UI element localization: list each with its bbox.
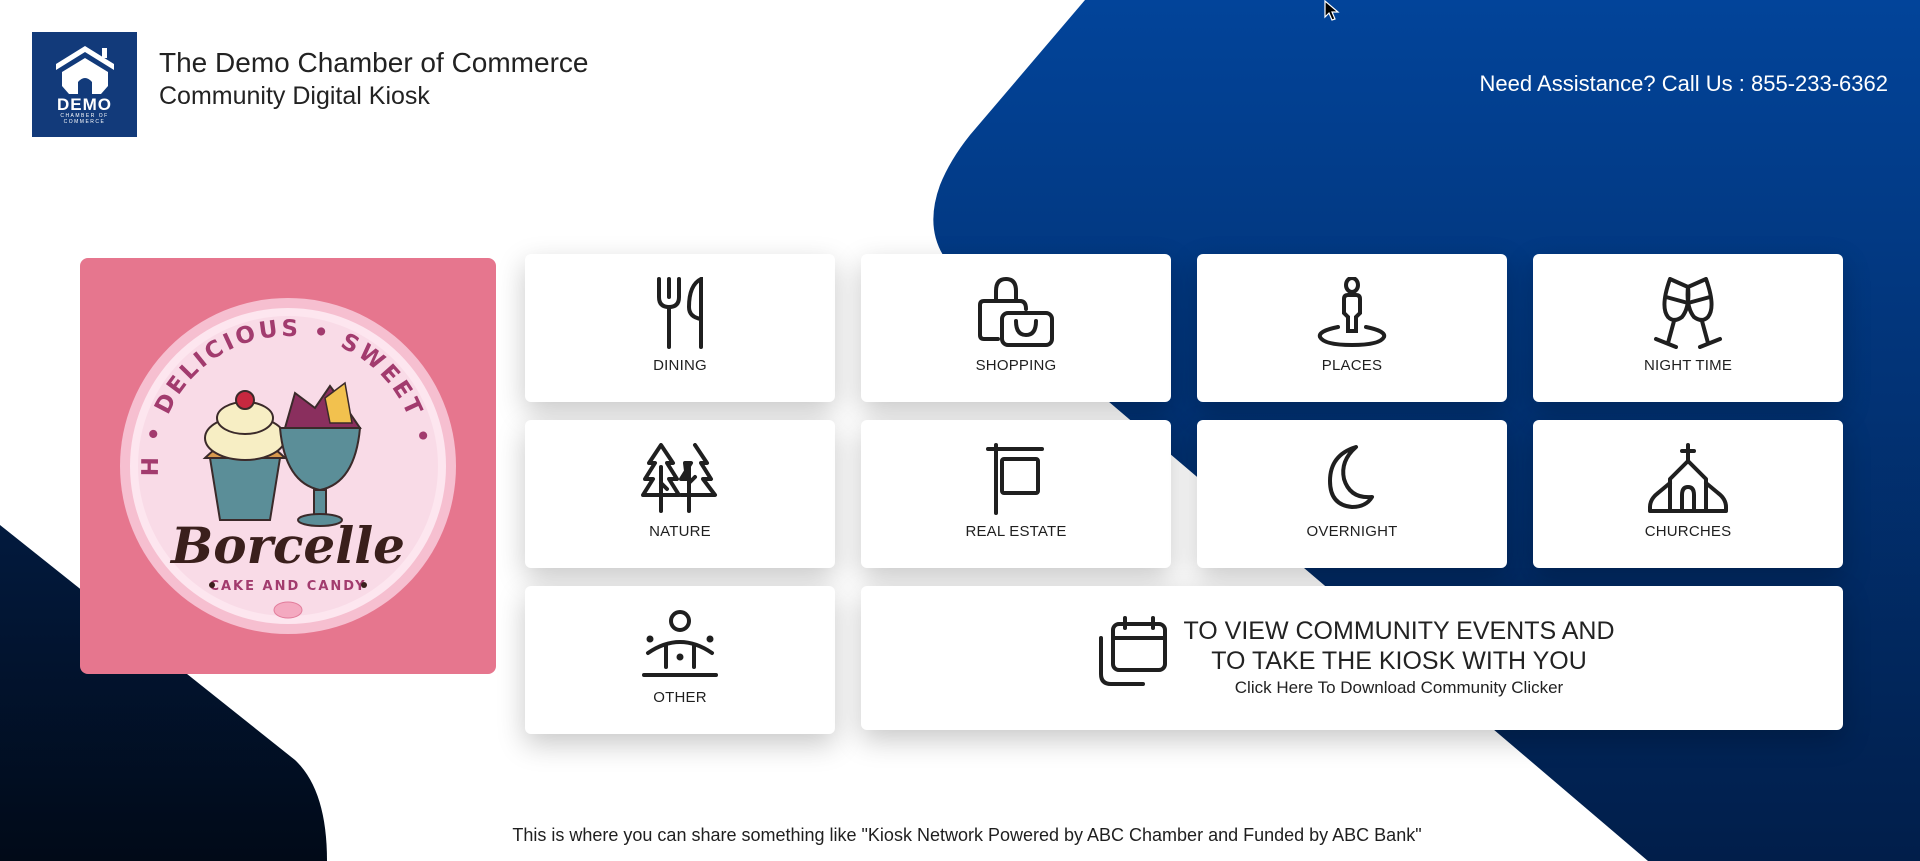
category-tile-nature[interactable]: NATURE: [525, 420, 835, 568]
crescent-moon-icon: [1328, 445, 1374, 509]
church-icon: [1648, 443, 1728, 513]
category-tile-churches[interactable]: CHURCHES: [1533, 420, 1843, 568]
pine-trees-icon: [641, 443, 717, 513]
category-tile-dining[interactable]: DINING: [525, 254, 835, 402]
person-location-icon: [1317, 277, 1387, 348]
category-label: CHURCHES: [1644, 523, 1732, 540]
page-title: The Demo Chamber of Commerce: [159, 47, 589, 78]
logo-word: DEMO: [57, 95, 112, 114]
community-events-banner[interactable]: TO VIEW COMMUNITY EVENTS AND TO TAKE THE…: [861, 586, 1843, 730]
footer-note: This is where you can share something li…: [512, 825, 1422, 845]
category-tile-shopping[interactable]: SHOPPING: [861, 254, 1171, 402]
events-line2: TO TAKE THE KIOSK WITH YOU: [1211, 647, 1587, 675]
category-label: NATURE: [649, 523, 711, 540]
calendar-icon: [1099, 616, 1167, 686]
category-label: PLACES: [1321, 357, 1383, 374]
logo-sub-line2: COMMERCE: [63, 119, 106, 125]
promo-tagline: CAKE AND CANDY: [209, 579, 366, 594]
category-label: OVERNIGHT: [1306, 523, 1398, 540]
header-title-block: The Demo Chamber of Commerce Community D…: [159, 46, 588, 112]
category-tile-other[interactable]: OTHER: [525, 586, 835, 734]
champagne-glasses-icon: [1654, 277, 1722, 349]
person-podium-icon: [642, 610, 718, 677]
events-download-link[interactable]: Click Here To Download Community Clicker: [1179, 677, 1619, 699]
borcelle-logo: FRESH • DELICIOUS • SWEET • TASTY Borcel…: [80, 258, 456, 634]
chamber-logo[interactable]: DEMO CHAMBER OF COMMERCE: [32, 32, 137, 137]
promo-ad-borcelle[interactable]: FRESH • DELICIOUS • SWEET • TASTY Borcel…: [80, 258, 496, 674]
events-line1: TO VIEW COMMUNITY EVENTS AND: [1183, 617, 1615, 645]
promo-brand: Borcelle: [169, 516, 405, 575]
assistance-phone[interactable]: Need Assistance? Call Us : 855-233-6362: [1480, 71, 1888, 97]
real-estate-sign-icon: [986, 443, 1044, 515]
category-tile-night-time[interactable]: NIGHT TIME: [1533, 254, 1843, 402]
category-tile-overnight[interactable]: OVERNIGHT: [1197, 420, 1507, 568]
shopping-bags-icon: [978, 277, 1054, 347]
fork-knife-icon: [657, 277, 703, 349]
category-label: DINING: [653, 357, 707, 374]
category-tile-real-estate[interactable]: REAL ESTATE: [861, 420, 1171, 568]
category-tile-places[interactable]: PLACES: [1197, 254, 1507, 402]
category-label: NIGHT TIME: [1643, 357, 1733, 374]
category-label: SHOPPING: [975, 357, 1057, 374]
events-text: TO VIEW COMMUNITY EVENTS AND TO TAKE THE…: [1179, 616, 1619, 699]
house-icon: [55, 46, 114, 94]
mouse-cursor-icon: [1324, 0, 1340, 21]
page-subtitle: Community Digital Kiosk: [159, 82, 430, 110]
category-label: REAL ESTATE: [965, 523, 1067, 540]
category-label: OTHER: [653, 689, 707, 706]
